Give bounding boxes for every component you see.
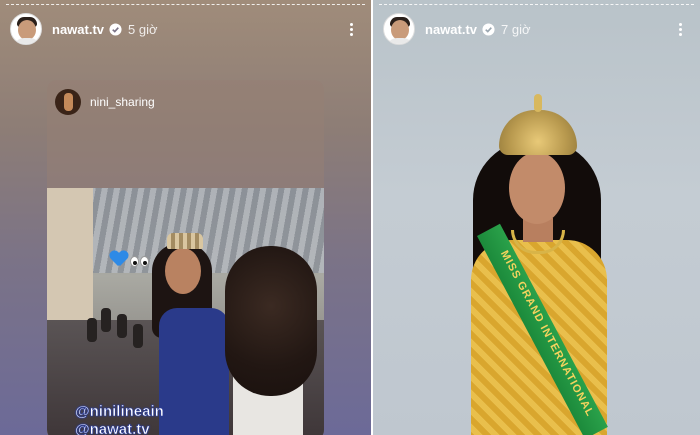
- story-progress-bar: [379, 4, 694, 5]
- story-username[interactable]: nawat.tv: [52, 22, 104, 37]
- shared-post-card[interactable]: nini_sharing @ninilineain @nawat.tv: [47, 80, 324, 435]
- eyes-icon: [130, 252, 150, 272]
- profile-avatar[interactable]: [10, 13, 42, 45]
- shared-post-photo: @ninilineain @nawat.tv: [47, 188, 324, 435]
- verified-badge-icon: [482, 22, 495, 36]
- story-time: 5 giờ: [128, 21, 158, 37]
- shared-post-username[interactable]: nini_sharing: [90, 95, 155, 109]
- story-header: nawat.tv 7 giờ: [383, 12, 690, 46]
- story-left[interactable]: nawat.tv 5 giờ nini_sharing @ninilineain…: [0, 0, 371, 435]
- mention-sticker-ninilineain[interactable]: @ninilineain: [75, 403, 164, 421]
- story-username[interactable]: nawat.tv: [425, 22, 477, 37]
- blue-heart-icon: [110, 251, 128, 267]
- story-right[interactable]: nawat.tv 7 giờ MISS GRAND INTERNATIONAL: [373, 0, 700, 435]
- verified-badge-icon: [109, 22, 122, 36]
- story-time: 7 giờ: [501, 21, 531, 37]
- pageant-portrait-photo: MISS GRAND INTERNATIONAL: [443, 90, 633, 435]
- more-options-icon[interactable]: [341, 19, 361, 39]
- blue-heart-eyes-sticker: [110, 251, 150, 272]
- story-header: nawat.tv 5 giờ: [10, 12, 361, 46]
- mention-stickers: @ninilineain @nawat.tv: [75, 403, 164, 435]
- crown-icon: [499, 94, 577, 155]
- story-progress-bar: [6, 4, 365, 5]
- more-options-icon[interactable]: [670, 19, 690, 39]
- shared-post-header: nini_sharing: [55, 88, 155, 116]
- shared-post-avatar[interactable]: [55, 89, 81, 115]
- mention-sticker-nawat[interactable]: @nawat.tv: [75, 421, 164, 435]
- profile-avatar[interactable]: [383, 13, 415, 45]
